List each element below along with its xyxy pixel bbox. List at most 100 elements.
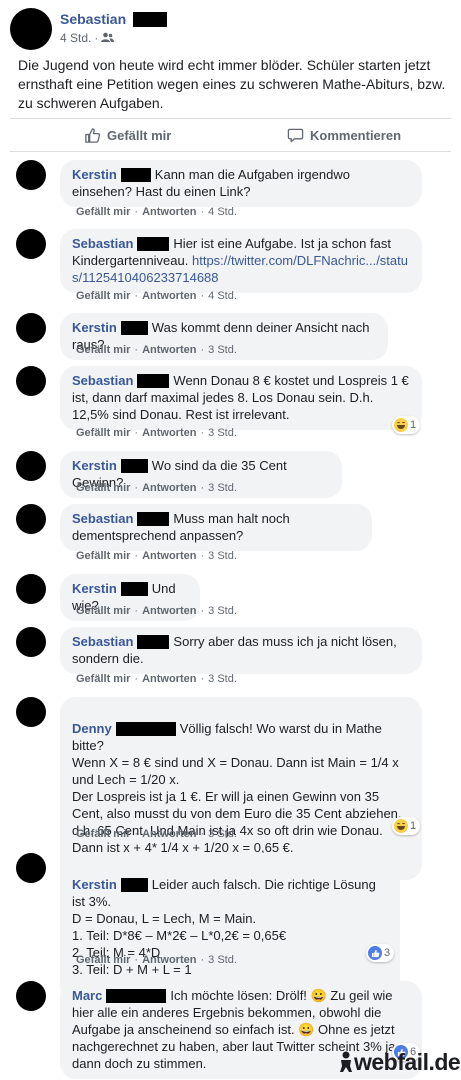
commenter-name[interactable]: Kerstin (72, 581, 117, 596)
comment-time[interactable]: 3 Std. (208, 954, 237, 966)
webfail-watermark: webfail.de (338, 1049, 461, 1076)
comment-time[interactable]: 3 Std. (208, 344, 237, 356)
comment-actions: Gefällt mir · Antworten · 3 Std. (76, 954, 237, 966)
comment-time[interactable]: 3 Std. (208, 673, 237, 685)
comment-button[interactable]: Kommentieren (287, 125, 401, 145)
redaction-bar (120, 878, 148, 892)
comment-like-link[interactable]: Gefällt mir (76, 290, 130, 302)
comment-like-link[interactable]: Gefällt mir (76, 482, 130, 494)
thumbs-up-icon (85, 127, 101, 143)
commenter-avatar[interactable] (16, 313, 46, 343)
haha-reaction-icon (394, 819, 408, 833)
comment-reply-link[interactable]: Antworten (142, 954, 196, 966)
commenter-name[interactable]: Marc (72, 988, 102, 1003)
reaction-badge[interactable]: 3 (366, 944, 395, 962)
comment-reply-link[interactable]: Antworten (142, 290, 196, 302)
redaction-bar (115, 722, 176, 736)
commenter-avatar[interactable] (16, 697, 46, 727)
comment-like-link[interactable]: Gefällt mir (76, 605, 130, 617)
commenter-name[interactable]: Sebastian (72, 634, 133, 649)
comment-time[interactable]: 3 Std. (208, 605, 237, 617)
commenter-name[interactable]: Kerstin (72, 320, 117, 335)
comment-time[interactable]: 3 Std. (208, 427, 237, 439)
comment-like-link[interactable]: Gefällt mir (76, 206, 130, 218)
comment-bubble: Sebastian Sorry aber das muss ich ja nich… (60, 627, 422, 674)
commenter-avatar[interactable] (16, 853, 46, 883)
comment-time[interactable]: 4 Std. (208, 206, 237, 218)
commenter-name[interactable]: Sebastian (72, 236, 133, 251)
comment-like-link[interactable]: Gefällt mir (76, 344, 130, 356)
commenter-avatar[interactable] (16, 627, 46, 657)
comment-bubble: Kerstin Leider auch falsch. Die richtige … (60, 853, 400, 1002)
comment-reply-link[interactable]: Antworten (142, 482, 196, 494)
redaction-bar (133, 12, 168, 27)
comment-actions: Gefällt mir · Antworten · 3 Std. (76, 427, 237, 439)
commenter-avatar[interactable] (16, 981, 46, 1011)
comment-actions: Gefällt mir · Antworten · 3 Std. (76, 482, 237, 494)
commenter-avatar[interactable] (16, 229, 46, 259)
comment-reply-link[interactable]: Antworten (142, 550, 196, 562)
author-avatar[interactable] (10, 8, 52, 50)
comment-text: Leider auch falsch. Die richtige Lösung … (72, 877, 376, 994)
comment-like-link[interactable]: Gefällt mir (76, 954, 130, 966)
post-header: Sebastian 4 Std. · (10, 8, 451, 52)
comment-actions: Gefällt mir · Antworten · 3 Std. (76, 605, 237, 617)
post-time[interactable]: 4 Std. (60, 31, 91, 45)
post-meta: 4 Std. · (60, 31, 115, 45)
friends-icon (101, 32, 115, 42)
commenter-avatar[interactable] (16, 504, 46, 534)
redaction-bar (120, 459, 148, 473)
reaction-badge[interactable]: 1 (392, 817, 421, 835)
redaction-bar (137, 237, 170, 251)
comment-reply-link[interactable]: Antworten (142, 605, 196, 617)
post-text: Die Jugend von heute wird echt immer blö… (18, 57, 446, 111)
commenter-name[interactable]: Sebastian (72, 511, 133, 526)
comment-reply-link[interactable]: Antworten (142, 673, 196, 685)
comment-bubble: Kerstin Kann man die Aufgaben irgendwo ei… (60, 160, 422, 207)
like-label: Gefällt mir (107, 127, 172, 143)
comment-actions: Gefällt mir · Antworten · 3 Std. (76, 344, 237, 356)
commenter-avatar[interactable] (16, 160, 46, 190)
comment-reply-link[interactable]: Antworten (142, 828, 196, 840)
watermark-text: webfail.de (354, 1049, 461, 1075)
reaction-count: 1 (410, 820, 417, 832)
reaction-badge[interactable]: 1 (392, 416, 421, 434)
comment-actions: Gefällt mir · Antworten · 4 Std. (76, 290, 237, 302)
comment-reply-link[interactable]: Antworten (142, 206, 196, 218)
comment-like-link[interactable]: Gefällt mir (76, 673, 130, 685)
comment-actions: Gefällt mir · Antworten · 3 Std. (76, 550, 237, 562)
comment-reply-link[interactable]: Antworten (142, 427, 196, 439)
comment-reply-link[interactable]: Antworten (142, 344, 196, 356)
comment-time[interactable]: 3 Std. (208, 482, 237, 494)
redaction-bar (120, 582, 148, 596)
commenter-avatar[interactable] (16, 451, 46, 481)
like-button[interactable]: Gefällt mir (84, 125, 171, 145)
comment-time[interactable]: 4 Std. (208, 290, 237, 302)
comment-like-link[interactable]: Gefällt mir (76, 550, 130, 562)
webfail-logo-icon (340, 1051, 352, 1072)
post-author-name[interactable]: Sebastian (60, 11, 126, 27)
commenter-name[interactable]: Kerstin (72, 458, 117, 473)
commenter-name[interactable]: Kerstin (72, 167, 117, 182)
reaction-count: 3 (384, 947, 391, 959)
commenter-avatar[interactable] (16, 366, 46, 396)
redaction-bar (120, 321, 148, 335)
post-action-bar: Gefällt mir Kommentieren (10, 118, 451, 152)
haha-reaction-icon (394, 418, 408, 432)
comment-time[interactable]: 3 Std. (208, 828, 237, 840)
comment-actions: Gefällt mir · Antworten · 3 Std. (76, 828, 237, 840)
post-author[interactable]: Sebastian (60, 11, 168, 27)
commenter-avatar[interactable] (16, 574, 46, 604)
comment-actions: Gefällt mir · Antworten · 4 Std. (76, 206, 237, 218)
comment-bubble: Sebastian Muss man halt noch dementsprech… (60, 504, 372, 551)
commenter-name[interactable]: Sebastian (72, 373, 133, 388)
commenter-name[interactable]: Denny (72, 721, 112, 736)
redaction-bar (106, 989, 167, 1003)
redaction-bar (137, 635, 170, 649)
comment-bubble: Sebastian Wenn Donau 8 € kostet und Lospr… (60, 366, 422, 430)
comment-time[interactable]: 3 Std. (208, 550, 237, 562)
commenter-name[interactable]: Kerstin (72, 877, 117, 892)
like-reaction-icon (368, 946, 382, 960)
comment-like-link[interactable]: Gefällt mir (76, 828, 130, 840)
comment-like-link[interactable]: Gefällt mir (76, 427, 130, 439)
